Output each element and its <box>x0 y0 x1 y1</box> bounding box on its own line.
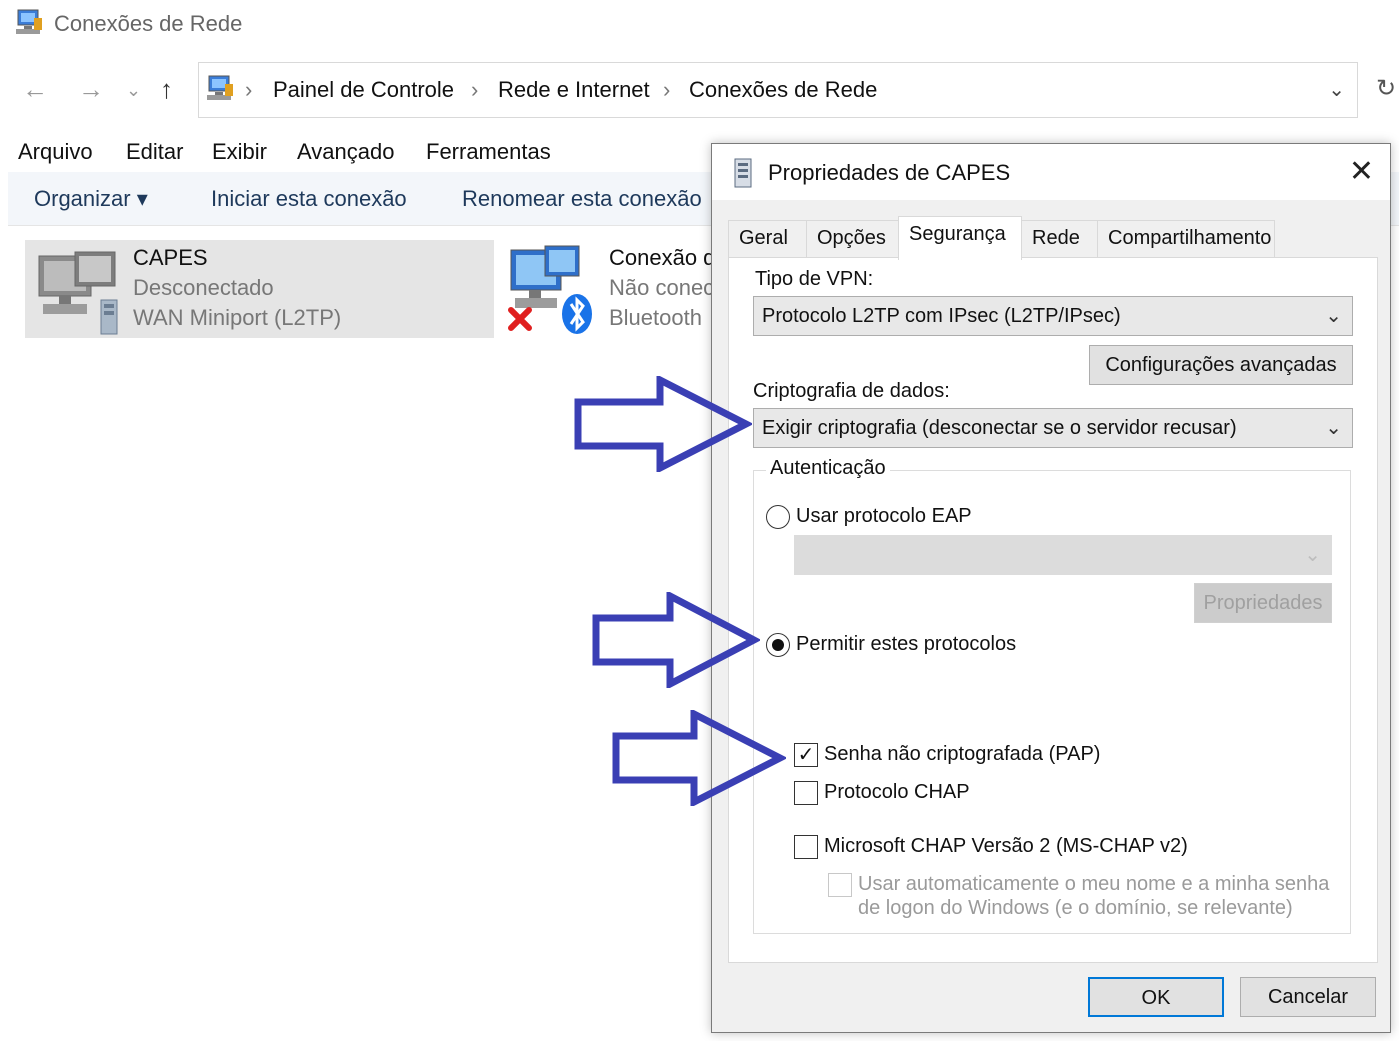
breadcrumb-network-connections[interactable]: Conexões de Rede <box>689 77 877 103</box>
refresh-icon[interactable]: ↻ <box>1376 74 1396 103</box>
connection-name: CAPES <box>133 245 208 270</box>
tab-rede[interactable]: Rede <box>1021 220 1098 258</box>
cancel-button[interactable]: Cancelar <box>1240 977 1376 1017</box>
encryption-select[interactable]: Exigir criptografia (desconectar se o se… <box>753 408 1353 448</box>
vpn-type-select[interactable]: Protocolo L2TP com IPsec (L2TP/IPsec) ⌄ <box>753 296 1353 336</box>
window-title: Conexões de Rede <box>54 11 243 36</box>
window-titlebar: Conexões de Rede <box>0 0 1399 48</box>
allow-protocols-radio[interactable] <box>766 633 790 657</box>
ok-button[interactable]: OK <box>1088 977 1224 1017</box>
connection-item-capes[interactable]: CAPES Desconectado WAN Miniport (L2TP) <box>25 240 494 338</box>
breadcrumb-control-panel[interactable]: Painel de Controle <box>273 77 454 103</box>
chap-label[interactable]: Protocolo CHAP <box>824 781 970 804</box>
back-arrow-icon[interactable]: ← <box>22 74 48 105</box>
network-connections-icon <box>16 9 42 34</box>
mschap-checkbox[interactable] <box>794 835 818 859</box>
address-bar[interactable]: › Painel de Controle › Rede e Internet ›… <box>198 62 1358 118</box>
dialog-titlebar: Propriedades de CAPES ✕ <box>712 144 1390 200</box>
tab-compartilhamento[interactable]: Compartilhamento <box>1097 220 1275 258</box>
auto-logon-checkbox <box>828 873 852 897</box>
connection-item-bluetooth[interactable]: Conexão d Não conec Bluetooth <box>505 240 715 338</box>
phonebook-icon <box>734 158 752 188</box>
eap-radio[interactable] <box>766 505 790 529</box>
annotation-arrow-icon <box>592 592 760 688</box>
vpn-type-value: Protocolo L2TP com IPsec (L2TP/IPsec) <box>762 305 1121 327</box>
menu-ferramentas[interactable]: Ferramentas <box>426 139 551 165</box>
network-connections-icon <box>207 75 233 100</box>
pap-label[interactable]: Senha não criptografada (PAP) <box>824 743 1100 766</box>
eap-properties-button: Propriedades <box>1194 583 1332 623</box>
vpn-type-label: Tipo de VPN: <box>755 268 874 290</box>
breadcrumb-separator: › <box>471 77 479 102</box>
bluetooth-connection-icon <box>508 245 592 334</box>
menu-editar[interactable]: Editar <box>126 139 183 165</box>
mschap-label[interactable]: Microsoft CHAP Versão 2 (MS-CHAP v2) <box>824 835 1188 858</box>
advanced-settings-button[interactable]: Configurações avançadas <box>1089 345 1353 385</box>
auto-logon-label-line2: de logon do Windows (e o domínio, se rel… <box>858 897 1293 919</box>
chap-checkbox[interactable] <box>794 781 818 805</box>
recent-locations-chevron-icon[interactable]: ⌄ <box>126 80 141 101</box>
chevron-down-icon: ⌄ <box>1304 544 1321 566</box>
chevron-down-icon: ⌄ <box>1325 417 1342 439</box>
organize-button[interactable]: Organizar ▾ <box>34 186 148 212</box>
authentication-group: Autenticação Usar protocolo EAP ⌄ Propri… <box>753 457 1351 934</box>
breadcrumb-separator: › <box>663 77 671 102</box>
tab-opcoes[interactable]: Opções <box>806 220 899 258</box>
security-tab-panel: Tipo de VPN: Protocolo L2TP com IPsec (L… <box>728 257 1378 963</box>
eap-method-select: ⌄ <box>794 535 1332 575</box>
encryption-label: Criptografia de dados: <box>753 380 950 402</box>
connection-device: WAN Miniport (L2TP) <box>133 305 342 330</box>
vpn-connection-icon <box>38 251 118 335</box>
start-connection-button[interactable]: Iniciar esta conexão <box>211 186 407 212</box>
breadcrumb-network-internet[interactable]: Rede e Internet <box>498 77 650 103</box>
dialog-title: Propriedades de CAPES <box>768 160 1011 185</box>
eap-radio-label[interactable]: Usar protocolo EAP <box>796 505 972 528</box>
auto-logon-label-line1: Usar automaticamente o meu nome e a minh… <box>858 873 1330 895</box>
chevron-down-icon: ⌄ <box>1325 305 1342 327</box>
radio-selected-dot <box>772 639 784 651</box>
close-icon[interactable]: ✕ <box>1349 154 1374 189</box>
properties-dialog: Propriedades de CAPES ✕ Geral Opções Seg… <box>711 143 1391 1033</box>
connection-status: Desconectado <box>133 275 274 300</box>
address-dropdown-chevron-icon[interactable]: ⌄ <box>1328 77 1345 102</box>
pap-checkbox[interactable]: ✓ <box>794 743 818 767</box>
rename-connection-button[interactable]: Renomear esta conexão <box>462 186 702 212</box>
annotation-arrow-icon <box>574 376 752 472</box>
encryption-value: Exigir criptografia (desconectar se o se… <box>762 417 1237 439</box>
forward-arrow-icon[interactable]: → <box>78 74 104 105</box>
menu-exibir[interactable]: Exibir <box>212 139 267 165</box>
menu-avancado[interactable]: Avançado <box>297 139 394 165</box>
authentication-group-title: Autenticação <box>766 457 890 480</box>
connection-device: Bluetooth <box>609 305 702 330</box>
connection-name: Conexão d <box>609 245 716 270</box>
breadcrumb-separator: › <box>245 77 253 102</box>
navigation-bar: ← → ⌄ ↑ › Painel de Controle › Rede e In… <box>0 62 1399 118</box>
tab-geral[interactable]: Geral <box>728 220 807 258</box>
up-arrow-icon[interactable]: ↑ <box>160 74 173 105</box>
menu-arquivo[interactable]: Arquivo <box>18 139 93 165</box>
tab-seguranca[interactable]: Segurança <box>898 216 1022 260</box>
annotation-arrow-icon <box>612 710 786 806</box>
connection-status: Não conec <box>609 275 715 300</box>
allow-protocols-label[interactable]: Permitir estes protocolos <box>796 633 1016 656</box>
